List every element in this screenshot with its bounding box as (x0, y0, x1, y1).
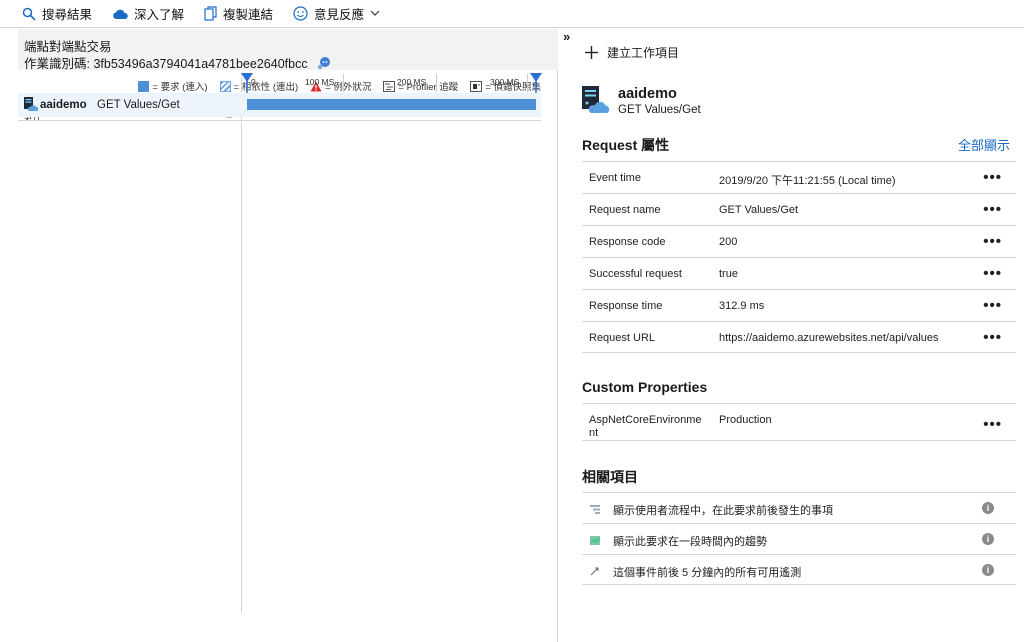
more-options-button[interactable]: ••• (983, 169, 1002, 186)
legend-request: = 要求 (連入) (138, 79, 208, 93)
related-item-text: 顯示使用者流程中，在此要求前後發生的事項 (613, 505, 833, 517)
tick-line (343, 74, 344, 92)
learn-more-button[interactable]: 深入了解 (112, 4, 184, 23)
show-all-link[interactable]: 全部顯示 (958, 135, 1010, 154)
more-options-button[interactable]: ••• (983, 416, 1002, 433)
row-app-name: aaidemo (40, 99, 87, 111)
legend: = 要求 (連入) = 相依性 (連出) = 例外狀況 = Profiler 追… (138, 79, 541, 93)
property-key: Successful request (589, 268, 682, 280)
user-flow-icon (590, 503, 600, 517)
more-options-button[interactable]: ••• (983, 329, 1002, 346)
create-work-item-label: 建立工作項目 (607, 46, 680, 60)
property-row: Request URL https://aaidemo.azurewebsite… (582, 321, 1016, 353)
related-items-list: 顯示使用者流程中，在此要求前後發生的事項 i 顯示此要求在一段時間內的趨勢 i … (582, 492, 1016, 585)
search-results-label: 搜尋結果 (42, 8, 93, 22)
copy-icon (204, 6, 217, 21)
chevron-down-icon (370, 10, 380, 16)
operation-id-label: 作業識別碼: (24, 57, 90, 71)
cloud-icon (113, 9, 128, 19)
property-row: Request name GET Values/Get ••• (582, 193, 1016, 225)
related-item-text: 顯示此要求在一段時間內的趨勢 (613, 536, 767, 548)
property-row: Event time 2019/9/20 下午11:21:55 (Local t… (582, 161, 1016, 193)
request-swatch (138, 80, 150, 92)
more-options-button[interactable]: ••• (983, 233, 1002, 250)
request-duration-bar[interactable] (247, 99, 536, 110)
list-item[interactable]: 顯示此要求在一段時間內的趨勢 i (582, 523, 1016, 554)
list-item[interactable]: 顯示使用者流程中，在此要求前後發生的事項 i (582, 492, 1016, 523)
dependency-swatch (219, 80, 231, 92)
column-divider (241, 74, 242, 613)
request-properties-table: Event time 2019/9/20 下午11:21:55 (Local t… (582, 161, 1016, 353)
info-icon[interactable]: i (982, 533, 994, 545)
toolbar: 搜尋結果 深入了解 複製連結 意見反應 (0, 0, 1024, 28)
detail-app-name: aaidemo (618, 86, 677, 102)
plus-icon (585, 46, 598, 59)
request-properties-title: Request 屬性 (582, 137, 670, 153)
search-results-button[interactable]: 搜尋結果 (22, 4, 92, 23)
feedback-label: 意見反應 (314, 8, 365, 22)
property-row: Successful request true ••• (582, 257, 1016, 289)
chart-icon (590, 534, 600, 548)
property-value: 200 (719, 236, 738, 248)
custom-properties-title: Custom Properties (582, 379, 708, 395)
info-icon[interactable]: i (982, 502, 994, 514)
arrow-icon (590, 565, 600, 579)
property-key: AspNetCoreEnvironment (589, 414, 702, 439)
detail-app-subtitle: GET Values/Get (618, 104, 701, 116)
profiler-trace-icon (383, 80, 396, 92)
tick-label: 300 MS (490, 77, 520, 87)
tick-line (436, 74, 437, 92)
related-items-title: 相關項目 (582, 469, 638, 485)
app-service-icon (24, 97, 39, 115)
operation-id-value: 3fb53496a3794041a4781bee2640fbcc (93, 57, 308, 71)
tick-label: 200 MS (397, 77, 427, 87)
row-request-name: GET Values/Get (97, 99, 180, 111)
more-options-button[interactable]: ••• (983, 201, 1002, 218)
search-icon (22, 7, 36, 21)
copy-link-label: 複製連結 (223, 8, 274, 22)
legend-dependency: = 相依性 (連出) (219, 79, 298, 93)
copy-link-button[interactable]: 複製連結 (204, 4, 273, 23)
list-item[interactable]: 這個事件前後 5 分鐘內的所有可用遙測 i (582, 554, 1016, 585)
property-row: Response time 312.9 ms ••• (582, 289, 1016, 321)
learn-more-label: 深入了解 (134, 8, 185, 22)
property-value: 2019/9/20 下午11:21:55 (Local time) (719, 175, 896, 187)
legend-request-label: = 要求 (連入) (152, 82, 208, 93)
more-options-button[interactable]: ••• (983, 265, 1002, 282)
property-value: 312.9 ms (719, 300, 765, 312)
range-end-handle[interactable] (530, 73, 542, 93)
property-row: Response code 200 ••• (582, 225, 1016, 257)
property-value: https://aaidemo.azurewebsites.net/api/va… (719, 332, 939, 344)
property-row: AspNetCoreEnvironment Production ••• (582, 403, 1016, 441)
smiley-icon (293, 6, 308, 21)
transaction-panel: 端點對端點交易 作業識別碼: 3fb53496a3794041a4781bee2… (0, 29, 558, 642)
property-key: Response code (589, 236, 666, 248)
create-work-item-button[interactable]: 建立工作項目 (585, 44, 679, 61)
property-key: Request URL (589, 332, 656, 344)
property-value: GET Values/Get (719, 204, 799, 216)
operation-map-icon[interactable] (317, 56, 331, 73)
more-options-button[interactable]: ••• (983, 297, 1002, 314)
property-key: Event time (589, 172, 641, 184)
transaction-header: 端點對端點交易 作業識別碼: 3fb53496a3794041a4781bee2… (18, 29, 558, 73)
custom-properties-table: AspNetCoreEnvironment Production ••• (582, 403, 1016, 441)
feedback-button[interactable]: 意見反應 (293, 4, 380, 23)
property-key: Response time (589, 300, 663, 312)
tick-line (527, 74, 528, 92)
related-item-text: 這個事件前後 5 分鐘內的所有可用遙測 (613, 567, 802, 579)
info-icon[interactable]: i (982, 564, 994, 576)
range-start-handle[interactable] (241, 73, 253, 93)
tick-label: 100 MS (305, 77, 335, 87)
collapse-panel-button[interactable]: » (563, 29, 570, 44)
property-key: Request name (589, 204, 661, 216)
property-value: true (719, 268, 738, 280)
app-service-large-icon (582, 86, 610, 117)
property-value: Production (719, 414, 772, 426)
operation-id-line: 作業識別碼: 3fb53496a3794041a4781bee2640fbcc (24, 53, 331, 73)
debug-snapshot-icon (470, 80, 483, 92)
